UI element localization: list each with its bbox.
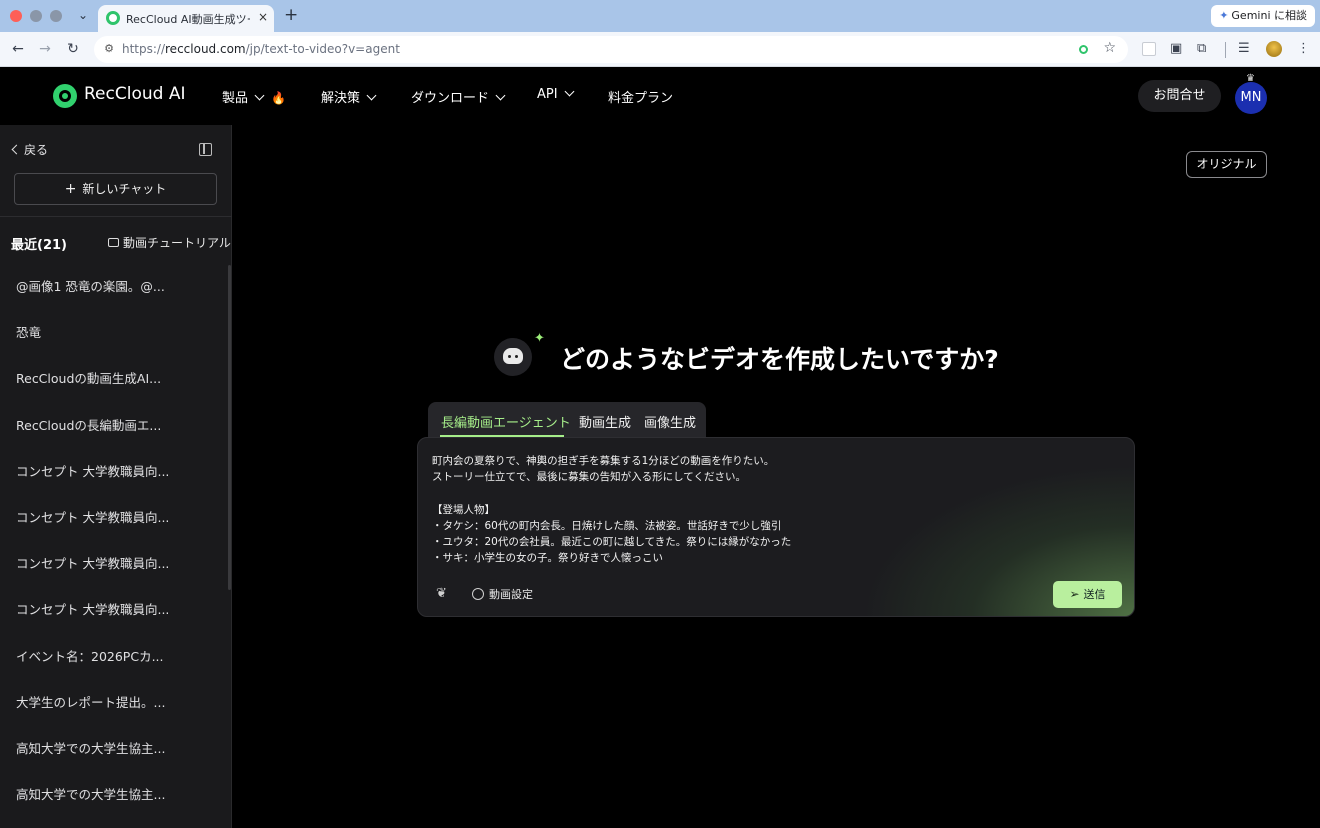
gemini-button-label: Gemini に相談 [1231,9,1307,22]
browser-tab-title: RecCloud AI動画生成ツール - 5 [126,13,250,26]
chevron-down-icon [495,90,506,101]
chevron-down-icon [254,90,265,101]
back-arrow-icon[interactable]: ← [9,40,27,58]
new-tab-button[interactable]: + [284,6,298,24]
video-settings-label: 動画設定 [489,588,533,601]
sidebar-scrollbar[interactable] [228,265,231,590]
profile-avatar-icon[interactable] [1266,41,1282,57]
nav-solutions-label: 解決策 [321,91,361,106]
window-close-button[interactable] [10,10,22,22]
sidebar-divider [0,216,232,217]
contact-button[interactable]: お問合せ [1138,80,1221,112]
toolbar-separator [1225,42,1226,58]
chat-sidebar: 戻る + 新しいチャット 最近(21) 動画チュートリアル @画像1 恐竜の楽園。… [0,125,232,828]
chevron-down-icon [564,86,575,97]
prompt-input[interactable]: 町内会の夏祭りで、神輿の担ぎ手を募集する1分ほどの動画を作りたい。 ストーリー仕… [432,453,1112,566]
bookmark-star-icon[interactable]: ☆ [1103,40,1116,56]
history-item[interactable]: コンセプト 大学教職員向... [0,588,228,634]
fire-icon: 🔥 [271,91,286,105]
reload-icon[interactable]: ↻ [64,40,82,58]
hero-title: どのようなビデオを作成したいですか? [560,345,999,374]
send-button-label: 送信 [1083,588,1106,601]
more-menu-icon[interactable]: ⋮ [1297,41,1310,57]
browser-toolbar: ← → ↻ ⚙ https://reccloud.com/jp/text-to-… [0,32,1320,67]
history-item[interactable]: 大学生のレポート提出。... [0,681,228,727]
tab-video-generation[interactable]: 動画生成 [579,412,631,431]
browser-tab[interactable]: RecCloud AI動画生成ツール - 5 × [98,5,274,32]
site-header: RecCloud AI 製品 🔥 解決策 ダウンロード API 料金プラン お問合… [0,67,1320,125]
url-host: reccloud.com [165,42,246,56]
nav-api[interactable]: API [537,86,575,102]
video-settings-button[interactable]: 動画設定 [472,586,533,602]
browser-tab-strip: ⌄ RecCloud AI動画生成ツール - 5 × + ✦Gemini に相談 [0,0,1320,32]
tab-image-generation[interactable]: 画像生成 [644,412,696,431]
video-play-icon [108,238,119,247]
reccloud-logo-icon[interactable] [53,84,77,108]
window-minimize-button[interactable] [30,10,42,22]
nav-download-label: ダウンロード [411,91,490,106]
chat-history-list: @画像1 恐竜の楽園。@... 恐竜 RecCloudの動画生成AI... Re… [0,265,228,819]
extension-blank-icon[interactable] [1142,42,1156,56]
new-chat-button[interactable]: + 新しいチャット [14,173,217,205]
reading-list-icon[interactable]: ☰ [1238,41,1250,57]
url-text[interactable]: https://reccloud.com/jp/text-to-video?v=… [122,42,400,56]
address-bar[interactable]: ⚙ https://reccloud.com/jp/text-to-video?… [94,36,1128,63]
robot-face-icon [503,348,523,364]
mode-tabs: 長編動画エージェント 動画生成 画像生成 [428,402,706,438]
forward-arrow-icon[interactable]: → [36,40,54,58]
paper-plane-icon: ➢ [1069,587,1080,601]
history-item[interactable]: イベント名：2026PCカ... [0,635,228,681]
extensions-puzzle-icon[interactable]: ⧉ [1197,41,1206,57]
tab-long-video-agent[interactable]: 長編動画エージェント [441,412,571,431]
prompt-enhance-icon[interactable]: ❦ [436,586,447,601]
cast-icon[interactable]: ▣ [1170,41,1182,57]
nav-download[interactable]: ダウンロード [411,87,506,106]
history-item[interactable]: RecCloudの長編動画エ... [0,404,228,450]
gemini-button[interactable]: ✦ Gemini に相談 [1211,5,1315,27]
chevron-down-icon [366,90,377,101]
history-item[interactable]: 恐竜 [0,311,228,357]
gear-icon [472,588,484,600]
window-zoom-button[interactable] [50,10,62,22]
history-item[interactable]: コンセプト 大学教職員向... [0,542,228,588]
video-tutorial-link[interactable]: 動画チュートリアル [108,234,231,251]
history-item[interactable]: 高知大学での大学生協主... [0,773,228,819]
user-avatar[interactable]: MN [1235,82,1267,114]
url-path: /jp/text-to-video?v=agent [245,42,400,56]
site-logo-text[interactable]: RecCloud AI [84,84,185,104]
robot-mascot-icon [494,338,532,376]
nav-solutions[interactable]: 解決策 [321,87,377,106]
history-item[interactable]: コンセプト 大学教職員向... [0,450,228,496]
nav-pricing[interactable]: 料金プラン [608,87,673,106]
recent-heading: 最近(21) [11,238,67,253]
nav-pricing-label: 料金プラン [608,91,674,106]
chevron-left-icon [11,144,22,155]
sparkle-icon: ✦ [534,331,545,346]
history-item[interactable]: @画像1 恐竜の楽園。@... [0,265,228,311]
prompt-card: 町内会の夏祭りで、神輿の担ぎ手を募集する1分ほどの動画を作りたい。 ストーリー仕… [417,437,1135,617]
reccloud-favicon-icon [106,11,120,25]
back-button-label: 戻る [24,143,49,157]
site-info-icon[interactable]: ⚙ [102,42,116,56]
tab-search-chevron-icon[interactable]: ⌄ [74,6,92,24]
history-item[interactable]: RecCloudの動画生成AI... [0,357,228,403]
original-button[interactable]: オリジナル [1186,151,1267,178]
history-item[interactable]: コンセプト 大学教職員向... [0,496,228,542]
nav-products-label: 製品 [222,91,249,106]
nav-products[interactable]: 製品 🔥 [222,87,286,106]
url-scheme: https:// [122,42,166,56]
extension-status-icon[interactable] [1079,45,1088,54]
tab-close-icon[interactable]: × [258,10,268,24]
collapse-sidebar-icon[interactable] [199,143,212,156]
back-button[interactable]: 戻る [11,141,49,158]
history-item[interactable]: 高知大学での大学生協主... [0,727,228,773]
new-chat-label: 新しいチャット [82,182,167,196]
nav-api-label: API [537,87,558,102]
gemini-sparkle-icon: ✦ [1219,9,1229,22]
video-tutorial-label: 動画チュートリアル [123,236,231,250]
send-button[interactable]: ➢ 送信 [1053,581,1122,608]
plus-icon: + [64,181,77,197]
